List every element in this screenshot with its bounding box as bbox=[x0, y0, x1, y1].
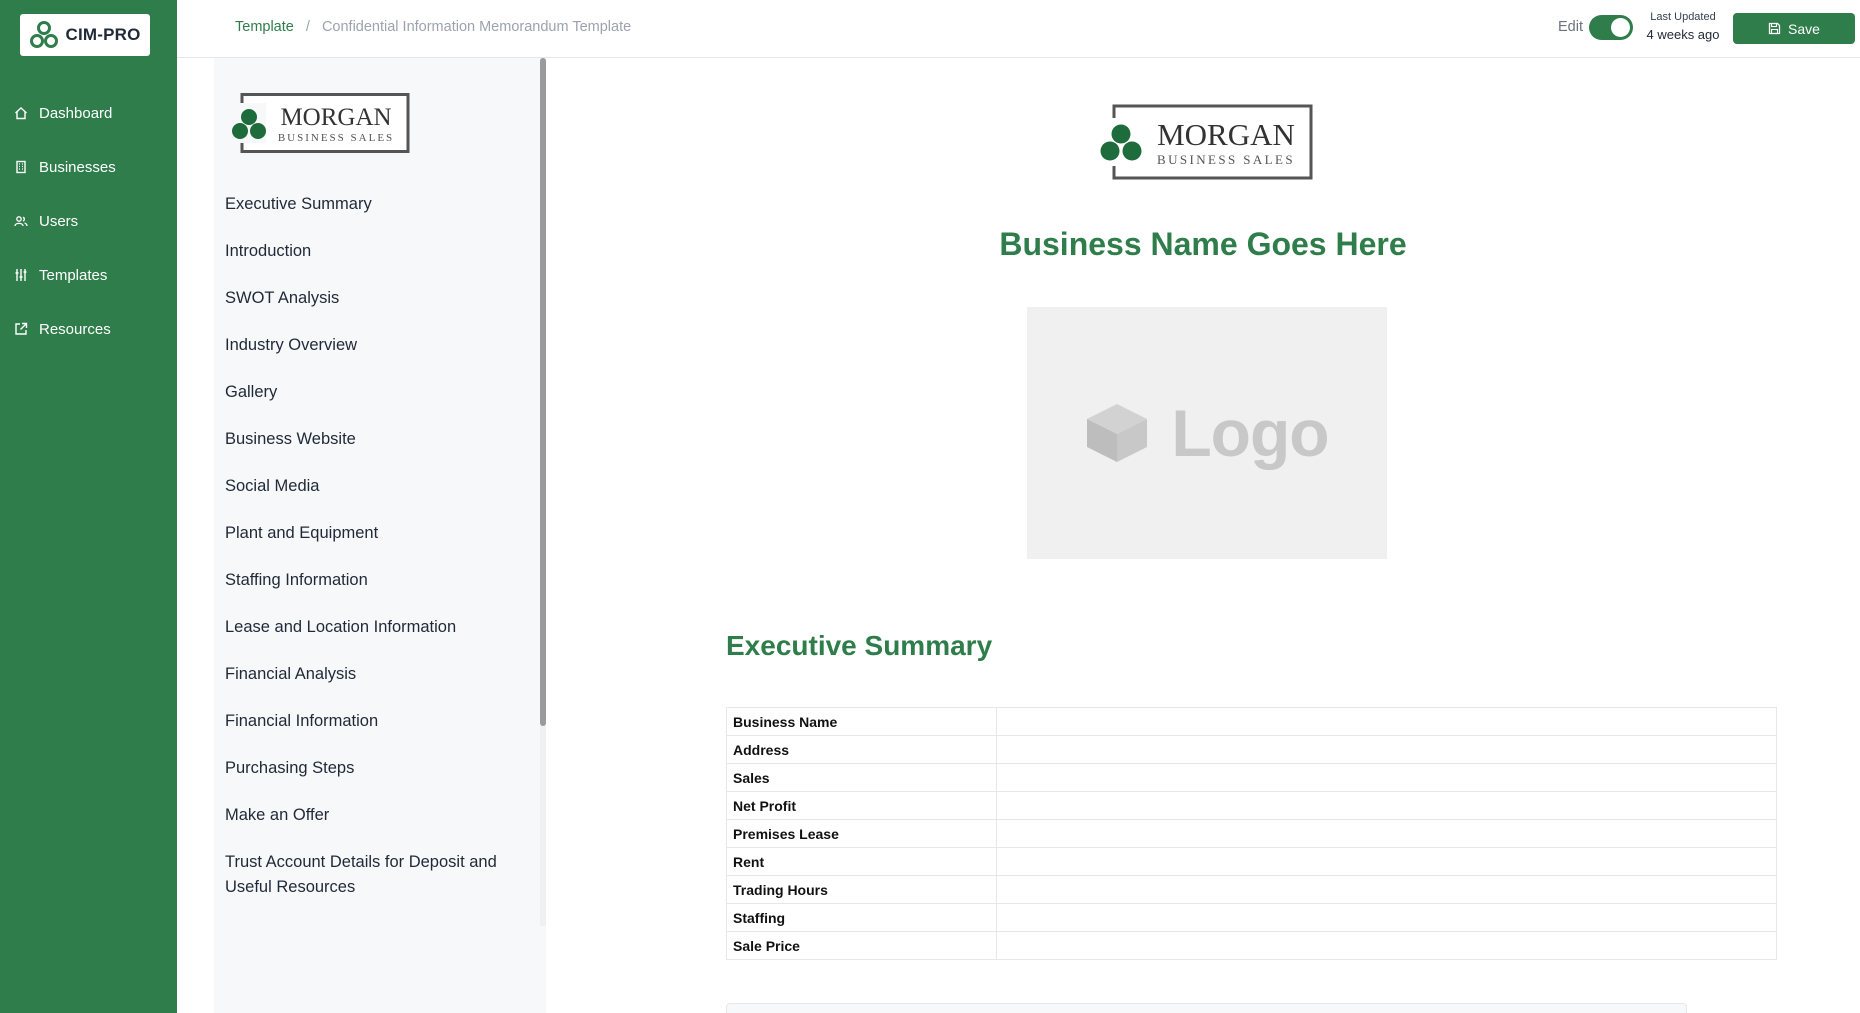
outline-item-purchasing-steps[interactable]: Purchasing Steps bbox=[225, 753, 525, 800]
document-logo-tagline: BUSINESS SALES bbox=[1157, 152, 1295, 167]
row-value-cell[interactable] bbox=[996, 791, 1777, 820]
outline-item-executive-summary[interactable]: Executive Summary bbox=[225, 189, 525, 236]
table-row: Sale Price bbox=[726, 931, 1777, 960]
executive-summary-table: Business Name Address Sales Net Profit P… bbox=[726, 707, 1777, 960]
row-value-cell[interactable] bbox=[996, 819, 1777, 848]
home-icon bbox=[15, 107, 27, 120]
save-button[interactable]: Save bbox=[1733, 13, 1855, 44]
breadcrumb-template-link[interactable]: Template bbox=[235, 19, 294, 35]
row-value-cell[interactable] bbox=[996, 763, 1777, 792]
outline-scrollbar[interactable] bbox=[540, 58, 546, 926]
placeholder-logo-text: Logo bbox=[1171, 396, 1329, 470]
nav-label: Users bbox=[39, 212, 79, 230]
main-nav: Dashboard Businesses Users Templates Res… bbox=[0, 86, 177, 356]
brand-logo[interactable]: CIM-PRO bbox=[20, 14, 150, 56]
table-row: Rent bbox=[726, 847, 1777, 876]
nav-item-users[interactable]: Users bbox=[0, 194, 177, 248]
table-row: Sales bbox=[726, 763, 1777, 792]
nav-label: Businesses bbox=[39, 158, 116, 176]
outline-item-lease-and-location[interactable]: Lease and Location Information bbox=[225, 612, 525, 659]
top-bar: Template / Confidential Information Memo… bbox=[177, 0, 1860, 58]
outline-item-gallery[interactable]: Gallery bbox=[225, 377, 525, 424]
outline-item-financial-information[interactable]: Financial Information bbox=[225, 706, 525, 753]
document-logo-name: MORGAN bbox=[1157, 117, 1295, 152]
save-icon bbox=[1768, 22, 1781, 35]
nav-label: Templates bbox=[39, 266, 108, 284]
row-value-cell[interactable] bbox=[996, 903, 1777, 932]
last-updated: Last Updated 4 weeks ago bbox=[1641, 11, 1725, 42]
breadcrumb-separator: / bbox=[305, 19, 310, 35]
business-name-title[interactable]: Business Name Goes Here bbox=[546, 226, 1860, 263]
row-value-cell[interactable] bbox=[996, 875, 1777, 904]
toggle-knob bbox=[1611, 18, 1630, 37]
outline-item-financial-analysis[interactable]: Financial Analysis bbox=[225, 659, 525, 706]
last-updated-value: 4 weeks ago bbox=[1646, 27, 1720, 42]
nav-item-dashboard[interactable]: Dashboard bbox=[0, 86, 177, 140]
breadcrumb-current: Confidential Information Memorandum Temp… bbox=[321, 19, 632, 35]
outline-item-swot-analysis[interactable]: SWOT Analysis bbox=[225, 283, 525, 330]
table-row: Trading Hours bbox=[726, 875, 1777, 904]
outline-item-business-website[interactable]: Business Website bbox=[225, 424, 525, 471]
edit-label: Edit bbox=[1558, 19, 1583, 35]
users-icon bbox=[14, 216, 28, 227]
row-label: Business Name bbox=[726, 707, 997, 736]
document-morgan-logo: MORGAN BUSINESS SALES bbox=[1096, 104, 1314, 185]
row-value-cell[interactable] bbox=[996, 931, 1777, 960]
outline-logo-tagline: BUSINESS SALES bbox=[278, 132, 394, 144]
outline-item-plant-and-equipment[interactable]: Plant and Equipment bbox=[225, 518, 525, 565]
save-label: Save bbox=[1788, 20, 1820, 37]
row-label: Staffing bbox=[726, 903, 997, 932]
outline-item-trust-account-details[interactable]: Trust Account Details for Deposit and Us… bbox=[225, 847, 525, 900]
nav-item-businesses[interactable]: Businesses bbox=[0, 140, 177, 194]
logo-placeholder-image[interactable]: Logo bbox=[1027, 307, 1387, 559]
table-row: Business Name bbox=[726, 707, 1777, 736]
row-label: Trading Hours bbox=[726, 875, 997, 904]
nav-label: Dashboard bbox=[39, 104, 113, 122]
brand-name: CIM-PRO bbox=[65, 25, 141, 44]
nav-item-templates[interactable]: Templates bbox=[0, 248, 177, 302]
table-row: Premises Lease bbox=[726, 819, 1777, 848]
hexagon-logo-icon bbox=[30, 21, 59, 48]
row-value-cell[interactable] bbox=[996, 707, 1777, 736]
edit-toggle[interactable] bbox=[1589, 15, 1633, 40]
row-value-cell[interactable] bbox=[996, 735, 1777, 764]
row-label: Address bbox=[726, 735, 997, 764]
next-section-box bbox=[726, 1003, 1687, 1013]
outline-item-social-media[interactable]: Social Media bbox=[225, 471, 525, 518]
section-title-executive-summary: Executive Summary bbox=[726, 630, 993, 661]
outline-logo-name: MORGAN bbox=[280, 104, 391, 131]
outline-morgan-logo: MORGAN BUSINESS SALES bbox=[228, 93, 410, 158]
app-sidebar: CIM-PRO Dashboard Businesses Users Templ… bbox=[0, 0, 177, 1013]
nav-label: Resources bbox=[39, 320, 111, 338]
row-label: Net Profit bbox=[726, 791, 997, 820]
outline-item-industry-overview[interactable]: Industry Overview bbox=[225, 330, 525, 377]
outline-item-introduction[interactable]: Introduction bbox=[225, 236, 525, 283]
building-icon bbox=[16, 160, 26, 174]
external-link-icon bbox=[15, 322, 28, 335]
scrollbar-thumb[interactable] bbox=[540, 58, 546, 726]
outline-item-staffing-information[interactable]: Staffing Information bbox=[225, 565, 525, 612]
outline-item-make-an-offer[interactable]: Make an Offer bbox=[225, 800, 525, 847]
last-updated-label: Last Updated bbox=[1650, 11, 1716, 23]
row-label: Premises Lease bbox=[726, 819, 997, 848]
table-row: Net Profit bbox=[726, 791, 1777, 820]
table-row: Staffing bbox=[726, 903, 1777, 932]
table-row: Address bbox=[726, 735, 1777, 764]
row-value-cell[interactable] bbox=[996, 847, 1777, 876]
nav-item-resources[interactable]: Resources bbox=[0, 302, 177, 356]
breadcrumb: Template / Confidential Information Memo… bbox=[235, 19, 631, 35]
sliders-icon bbox=[15, 269, 27, 281]
row-label: Sale Price bbox=[726, 931, 997, 960]
row-label: Rent bbox=[726, 847, 997, 876]
document-outline: MORGAN BUSINESS SALES Executive Summary … bbox=[214, 58, 546, 1013]
outline-list: Executive Summary Introduction SWOT Anal… bbox=[225, 189, 525, 900]
row-label: Sales bbox=[726, 763, 997, 792]
box-icon bbox=[1087, 404, 1148, 462]
